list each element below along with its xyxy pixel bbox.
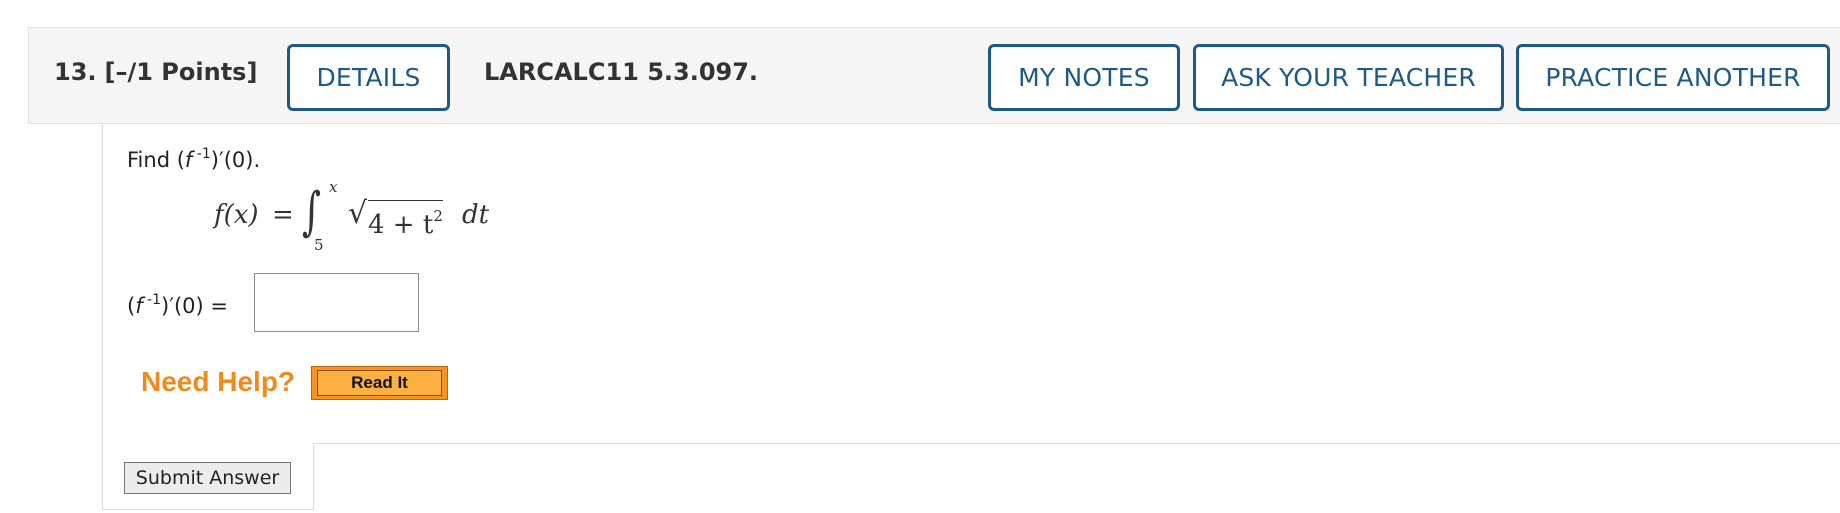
- radicand: 4 + t2: [368, 200, 443, 240]
- sqrt-sign: √: [348, 196, 368, 231]
- question-reference: LARCALC11 5.3.097.: [484, 58, 759, 86]
- integral-formula: f(x) = ∫ x 5 √ 4 + t2 dt: [214, 178, 489, 256]
- submit-area-border: [313, 443, 314, 510]
- formula-equals: =: [272, 200, 294, 230]
- integral-sign: ∫: [302, 182, 321, 242]
- prompt-open-paren: (: [176, 148, 185, 172]
- integral-upper-limit: x: [329, 178, 338, 196]
- prompt-find-word: Find: [127, 148, 171, 172]
- formula-lhs: f(x): [214, 200, 259, 230]
- my-notes-button[interactable]: MY NOTES: [988, 44, 1180, 111]
- answer-input[interactable]: [254, 273, 419, 332]
- radicand-exponent: 2: [433, 207, 443, 225]
- question-body-separator: [313, 443, 1840, 444]
- ask-your-teacher-button[interactable]: ASK YOUR TEACHER: [1193, 44, 1504, 111]
- radicand-base: 4 + t: [368, 210, 434, 240]
- submit-answer-button[interactable]: Submit Answer: [124, 462, 291, 494]
- question-body-border-left: [102, 124, 103, 510]
- prompt-close: )′(0).: [210, 148, 261, 172]
- formula-differential: dt: [462, 200, 490, 230]
- answer-close: )′(0) =: [161, 294, 229, 318]
- question-points: [–/1 Points]: [104, 58, 258, 86]
- prompt-inverse-exponent: -1: [192, 146, 211, 162]
- read-it-button[interactable]: Read It: [311, 366, 448, 400]
- question-number: 13. [–/1 Points]: [54, 58, 257, 86]
- question-number-label: 13.: [54, 58, 97, 86]
- answer-inverse-exponent: -1: [142, 292, 162, 308]
- answer-label: (f -1)′(0) =: [127, 292, 228, 318]
- need-help-label: Need Help?: [141, 366, 296, 397]
- integral-lower-limit: 5: [314, 236, 324, 254]
- practice-another-button[interactable]: PRACTICE ANOTHER: [1516, 44, 1830, 111]
- answer-open-paren: (: [127, 294, 136, 318]
- question-body-border-bottom: [102, 509, 314, 510]
- read-it-label: Read It: [317, 370, 442, 396]
- answer-function: f: [135, 294, 143, 318]
- details-button[interactable]: DETAILS: [287, 44, 450, 111]
- question-prompt: Find (f -1)′(0).: [127, 146, 260, 172]
